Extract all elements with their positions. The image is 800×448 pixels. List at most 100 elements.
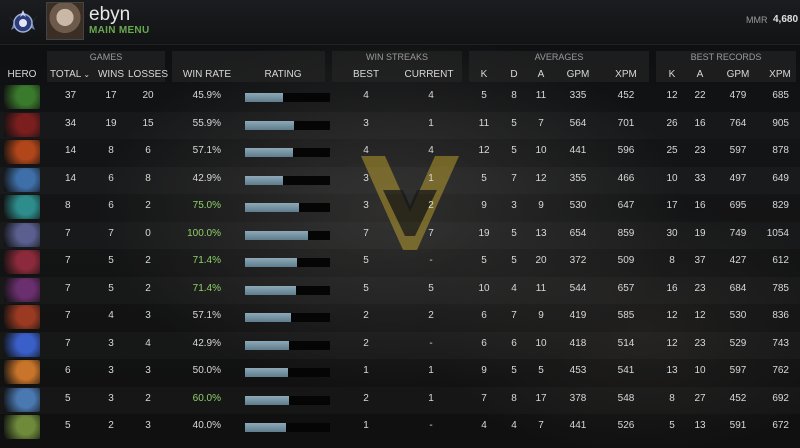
table-row[interactable]: 5 2 3 1-4 4 7 441 526 5 13 591 672 40.0% [0, 414, 800, 441]
hero-portrait[interactable] [4, 332, 40, 357]
cell-best: 5 [363, 282, 369, 294]
cell-a: 9 [538, 200, 544, 211]
cell-ra: 23 [694, 337, 706, 349]
cell-gpm: 453 [569, 365, 587, 376]
cell-losses: 6 [145, 145, 151, 156]
rating-bar [245, 175, 330, 185]
rating-bar-fill [245, 285, 296, 295]
hero-portrait[interactable] [4, 415, 40, 439]
top-bar: ebyn MAIN MENU MMR 4,680 [0, 0, 800, 45]
table-row[interactable]: 6 3 3 1 1 9 5 5 453 541 13 10 597 762 50.0% [0, 359, 800, 386]
table-row[interactable]: 7 5 2 5-5 5 20 372 509 8 37 427 612 71.4% [0, 249, 800, 276]
cell-gpm: 441 [569, 420, 587, 431]
table-row[interactable]: 5 3 2 2 1 7 8 17 378 548 8 27 452 692 60.0% [0, 387, 800, 414]
cell-losses: 3 [145, 420, 151, 431]
hero-portrait[interactable] [4, 167, 40, 192]
cell-total: 14 [65, 172, 77, 184]
rating-bar [245, 93, 330, 102]
cell-losses: 3 [145, 310, 151, 321]
hero-portrait[interactable] [4, 277, 40, 302]
table-row[interactable]: 8 6 2 3 2 9 3 9 530 647 17 16 695 829 75.0% [0, 194, 800, 221]
col-hero[interactable]: HERO [2, 69, 42, 80]
cell-win-rate: 50.0% [192, 365, 221, 376]
cell-wins: 8 [108, 145, 114, 156]
cell-gpm: 564 [569, 117, 587, 129]
table-row[interactable]: 7 3 4 2-6 6 10 418 514 12 23 529 743 42.9% [0, 332, 800, 359]
col-best-xpm[interactable]: XPM [760, 69, 800, 80]
cell-rgpm: 529 [729, 337, 747, 349]
table-row[interactable]: 7 5 2 5 5 10 4 11 544 657 16 23 684 785 71.4% [0, 277, 800, 304]
cell-a: 10 [535, 337, 547, 349]
cell-gpm: 441 [569, 145, 587, 156]
hero-portrait[interactable] [4, 250, 40, 274]
hero-portrait[interactable] [4, 387, 40, 412]
col-win-rate[interactable]: WIN RATE [182, 69, 232, 80]
cell-ra: 16 [694, 117, 706, 129]
cell-current: 7 [428, 227, 434, 239]
table-row[interactable]: 37 17 20 4 4 5 8 11 335 452 12 22 479 685 45.9% [0, 84, 800, 111]
hero-portrait[interactable] [4, 222, 40, 247]
cell-total: 34 [65, 117, 77, 129]
col-streak-current[interactable]: CURRENT [404, 69, 454, 80]
col-avg-gpm[interactable]: GPM [558, 69, 598, 80]
cell-xpm: 657 [617, 282, 635, 294]
cell-rxpm: 672 [772, 420, 789, 431]
rating-bar [245, 148, 330, 157]
cell-rgpm: 597 [729, 365, 747, 376]
cell-xpm: 526 [617, 420, 635, 431]
cell-win-rate: 42.9% [192, 337, 221, 349]
hero-portrait[interactable] [4, 112, 40, 137]
hero-portrait[interactable] [4, 305, 40, 329]
col-wins[interactable]: WINS [94, 69, 128, 80]
cell-losses: 2 [145, 282, 151, 294]
cell-a: 7 [538, 420, 544, 431]
table-row[interactable]: 7 7 0 7 7 19 5 13 654 859 30 19 749 1054 100.0% [0, 222, 800, 249]
cell-ra: 22 [694, 90, 706, 101]
main-menu-link[interactable]: MAIN MENU [89, 25, 149, 36]
col-best-gpm[interactable]: GPM [718, 69, 758, 80]
rating-bar [245, 120, 330, 130]
cell-current: 5 [428, 282, 434, 294]
cell-a: 5 [538, 365, 544, 376]
col-best-a[interactable]: A [680, 69, 720, 80]
cell-current: 2 [428, 310, 434, 321]
hero-portrait[interactable] [4, 360, 40, 384]
cell-best: 4 [363, 145, 369, 156]
cell-win-rate: 75.0% [192, 200, 221, 211]
table-row[interactable]: 7 4 3 2 2 6 7 9 419 585 12 12 530 836 57.1% [0, 304, 800, 331]
hero-portrait[interactable] [4, 195, 40, 219]
cell-total: 5 [65, 420, 71, 431]
rank-medal-icon [7, 10, 39, 33]
hero-portrait[interactable] [4, 140, 40, 164]
cell-wins: 3 [108, 337, 114, 349]
avatar[interactable] [46, 2, 84, 40]
cell-win-rate: 57.1% [192, 145, 221, 156]
rating-bar [245, 395, 330, 405]
col-rating[interactable]: RATING [258, 69, 308, 80]
cell-win-rate: 42.9% [192, 172, 221, 184]
rating-bar [245, 285, 330, 295]
cell-wins: 7 [108, 227, 114, 239]
col-losses[interactable]: LOSSES [128, 69, 168, 80]
cell-gpm: 355 [569, 172, 587, 184]
table-row[interactable]: 14 8 6 4 4 12 5 10 441 596 25 23 597 878 57.1% [0, 139, 800, 166]
cell-best: 2 [363, 310, 369, 321]
col-avg-xpm[interactable]: XPM [606, 69, 646, 80]
table-row[interactable]: 14 6 8 3 1 5 7 12 355 466 10 33 497 649 42.9% [0, 167, 800, 194]
cell-win-rate: 55.9% [192, 117, 221, 129]
cell-current: 4 [428, 90, 434, 101]
cell-rgpm: 427 [729, 255, 747, 266]
cell-current: 2 [428, 200, 434, 211]
cell-losses: 4 [145, 337, 151, 349]
cell-total: 37 [65, 90, 77, 101]
hero-portrait[interactable] [4, 85, 40, 109]
cell-best: 1 [363, 365, 369, 376]
cell-xpm: 514 [617, 337, 635, 349]
cell-total: 7 [65, 227, 71, 239]
cell-rgpm: 597 [729, 145, 747, 156]
col-streak-best[interactable]: BEST [346, 69, 386, 80]
col-avg-a[interactable]: A [521, 69, 561, 80]
col-total[interactable]: TOTAL ⌄ [50, 69, 90, 80]
table-row[interactable]: 34 19 15 3 1 11 5 7 564 701 26 16 764 905 55.9% [0, 112, 800, 139]
cell-rgpm: 479 [729, 90, 747, 101]
